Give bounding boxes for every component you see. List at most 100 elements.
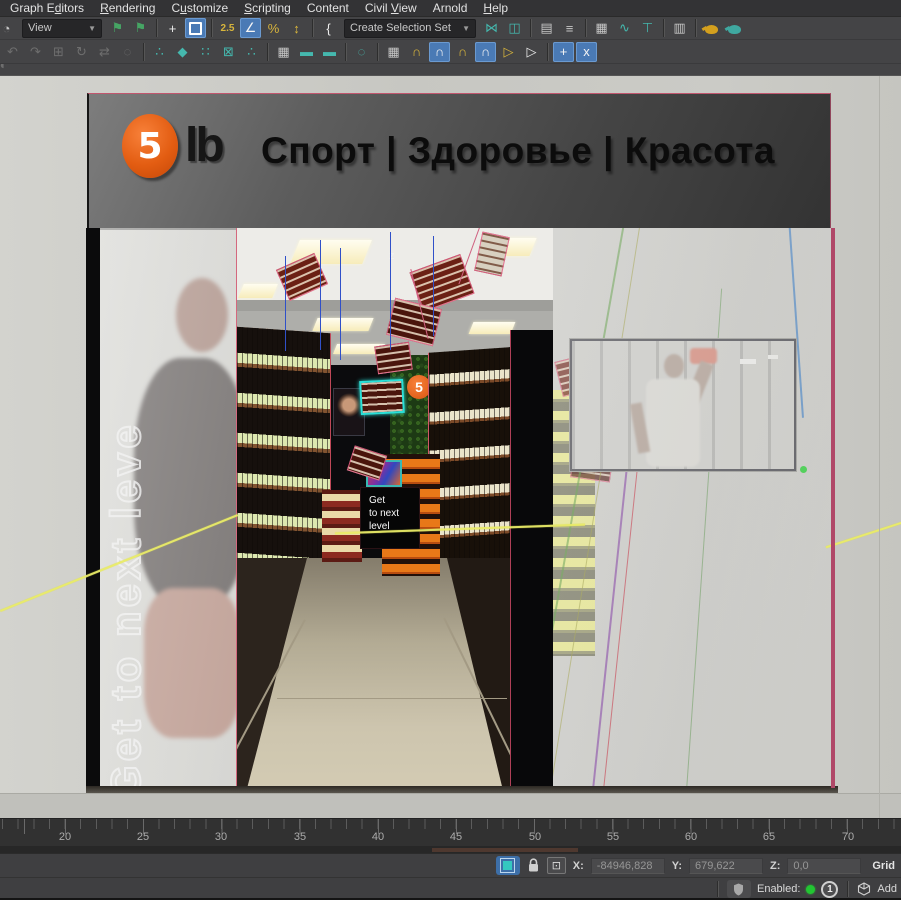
- snap-2d-icon[interactable]: ∩: [452, 42, 473, 62]
- chevron-down-icon: ▼: [462, 24, 470, 33]
- snap-25d-icon[interactable]: ∩: [475, 42, 496, 62]
- enabled-label: Enabled:: [757, 883, 800, 895]
- pivot-snap-icon[interactable]: +: [553, 42, 574, 62]
- curve-editor-icon[interactable]: ∿: [614, 18, 635, 38]
- menu-scripting[interactable]: Scripting: [236, 0, 299, 17]
- time-slider-ruler[interactable]: 20 25 30 35 40 45 50 55 60 65 70: [0, 818, 901, 846]
- toolbar-separator: [585, 19, 586, 37]
- toolbar-separator: [267, 43, 268, 61]
- count-badge[interactable]: 1: [821, 881, 838, 898]
- isolate-selection-toggle[interactable]: [496, 856, 520, 875]
- track-bar[interactable]: [0, 846, 901, 853]
- clone-disabled-icon[interactable]: ⊞: [48, 42, 69, 62]
- toolbar-separator: [547, 43, 548, 61]
- snap-magnet-icon[interactable]: ∩: [406, 42, 427, 62]
- grid-align-icon[interactable]: ▦: [273, 42, 294, 62]
- swap-disabled-icon[interactable]: ⇄: [94, 42, 115, 62]
- schematic-view-icon[interactable]: ⊤: [637, 18, 658, 38]
- menu-civil-view[interactable]: Civil View: [357, 0, 425, 17]
- pill-toggle-1-icon[interactable]: ▬: [296, 42, 317, 62]
- orbit-disabled-icon[interactable]: ◌: [117, 42, 138, 62]
- cropped-toolbar-row: ◐: [0, 64, 901, 76]
- menu-content[interactable]: Content: [299, 0, 357, 17]
- region-select-icon[interactable]: ⊠: [218, 42, 239, 62]
- tick-label: 65: [754, 831, 784, 843]
- ribbon-toggle-icon[interactable]: ▦: [591, 18, 612, 38]
- gem-display-icon[interactable]: ◆: [172, 42, 193, 62]
- scene-history-icon[interactable]: ◔: [0, 18, 17, 38]
- rendered-frame-icon[interactable]: [724, 18, 745, 38]
- animation-status-bar: Enabled: 1 Add: [0, 877, 901, 900]
- rotate-disabled-icon[interactable]: ↻: [71, 42, 92, 62]
- y-coordinate-field[interactable]: 679,622: [689, 858, 763, 874]
- undo-disabled-icon[interactable]: ↶: [2, 42, 23, 62]
- menu-customize[interactable]: Customize: [163, 0, 236, 17]
- align-icon[interactable]: ◫: [504, 18, 525, 38]
- tick-label: 40: [363, 831, 393, 843]
- tick-label: 25: [128, 831, 158, 843]
- cursor-snap-icon[interactable]: ▷: [521, 42, 542, 62]
- maxscript-icon[interactable]: {: [318, 18, 339, 38]
- snap-3d-icon[interactable]: ∩: [429, 42, 450, 62]
- hanging-wire: [390, 232, 391, 350]
- wall-corner-line: [879, 76, 880, 818]
- menu-bar: Graph Editors Rendering Customize Script…: [0, 0, 901, 17]
- selection-set-value: Create Selection Set: [350, 22, 451, 34]
- left-pillar: [86, 228, 100, 793]
- tick-label: 35: [285, 831, 315, 843]
- selected-falling-box[interactable]: [359, 379, 405, 415]
- cube-icon[interactable]: [857, 882, 871, 896]
- menu-help[interactable]: Help: [475, 0, 516, 17]
- angle-snap-2-icon[interactable]: ▷: [498, 42, 519, 62]
- select-object-icon[interactable]: [185, 18, 206, 38]
- render-setup-icon[interactable]: [701, 18, 722, 38]
- poster-vertical-text: Get to next leve: [102, 238, 150, 798]
- lattice-points-icon[interactable]: ∴: [241, 42, 262, 62]
- storefront-sign: 5 lb Спорт | Здоровье | Красота: [87, 93, 831, 228]
- select-and-link-icon[interactable]: ⚑: [107, 18, 128, 38]
- security-shield-icon[interactable]: [727, 880, 751, 898]
- unlink-selection-icon[interactable]: ⚑: [130, 18, 151, 38]
- layer-explorer-icon[interactable]: ▤: [536, 18, 557, 38]
- x-coordinate-field[interactable]: -84946,828: [591, 858, 665, 874]
- grid-snap-icon[interactable]: ▦: [383, 42, 404, 62]
- angle-snap-icon[interactable]: ∠: [240, 18, 261, 38]
- view-dropdown[interactable]: View ▼: [22, 19, 102, 38]
- material-editor-icon[interactable]: ▥: [669, 18, 690, 38]
- outside-ground: [0, 793, 901, 818]
- x-label: X:: [573, 860, 584, 872]
- toolbar-separator: [211, 19, 212, 37]
- spinner-snap-icon[interactable]: ↕: [286, 18, 307, 38]
- redo-disabled-icon[interactable]: ↷: [25, 42, 46, 62]
- toolbar-separator: [156, 19, 157, 37]
- scene-explorer-icon[interactable]: ≡: [559, 18, 580, 38]
- menu-rendering[interactable]: Rendering: [92, 0, 163, 17]
- cropped-paren-icon[interactable]: ◐: [0, 64, 14, 74]
- circle-dots-icon[interactable]: ◌: [351, 42, 372, 62]
- mirror-icon[interactable]: ⋈: [481, 18, 502, 38]
- perspective-viewport[interactable]: 5 lb Спорт | Здоровье | Красота Get to n…: [0, 76, 901, 818]
- promo-line: to next: [369, 507, 419, 520]
- axis-constraint-x-icon[interactable]: x: [576, 42, 597, 62]
- menu-arnold[interactable]: Arnold: [425, 0, 476, 17]
- hanging-wire: [340, 248, 341, 360]
- status-bar: ⊡ X: -84946,828 Y: 679,622 Z: 0,0 Grid: [0, 853, 901, 877]
- pill-toggle-2-icon[interactable]: ▬: [319, 42, 340, 62]
- toolbar-separator: [663, 19, 664, 37]
- selection-lock-icon[interactable]: [527, 858, 540, 873]
- z-coordinate-field[interactable]: 0,0: [787, 858, 861, 874]
- soft-selection-icon[interactable]: ∴: [149, 42, 170, 62]
- percent-snap-icon[interactable]: %: [263, 18, 284, 38]
- falling-box[interactable]: [374, 342, 413, 375]
- menu-graph-editors[interactable]: Graph Editors: [2, 0, 92, 17]
- selection-set-combo[interactable]: Create Selection Set ▼: [344, 19, 476, 38]
- y-label: Y:: [672, 860, 682, 872]
- paint-selection-icon[interactable]: ∷: [195, 42, 216, 62]
- ceiling-light: [238, 284, 278, 298]
- snaps-toggle-icon[interactable]: 2.5: [217, 18, 238, 38]
- sign-title: Спорт | Здоровье | Красота: [261, 130, 775, 172]
- left-glass-poster: Get to next leve: [100, 228, 237, 800]
- tick-label: 60: [676, 831, 706, 843]
- select-and-move-icon[interactable]: +: [162, 18, 183, 38]
- absolute-mode-toggle[interactable]: ⊡: [547, 857, 566, 874]
